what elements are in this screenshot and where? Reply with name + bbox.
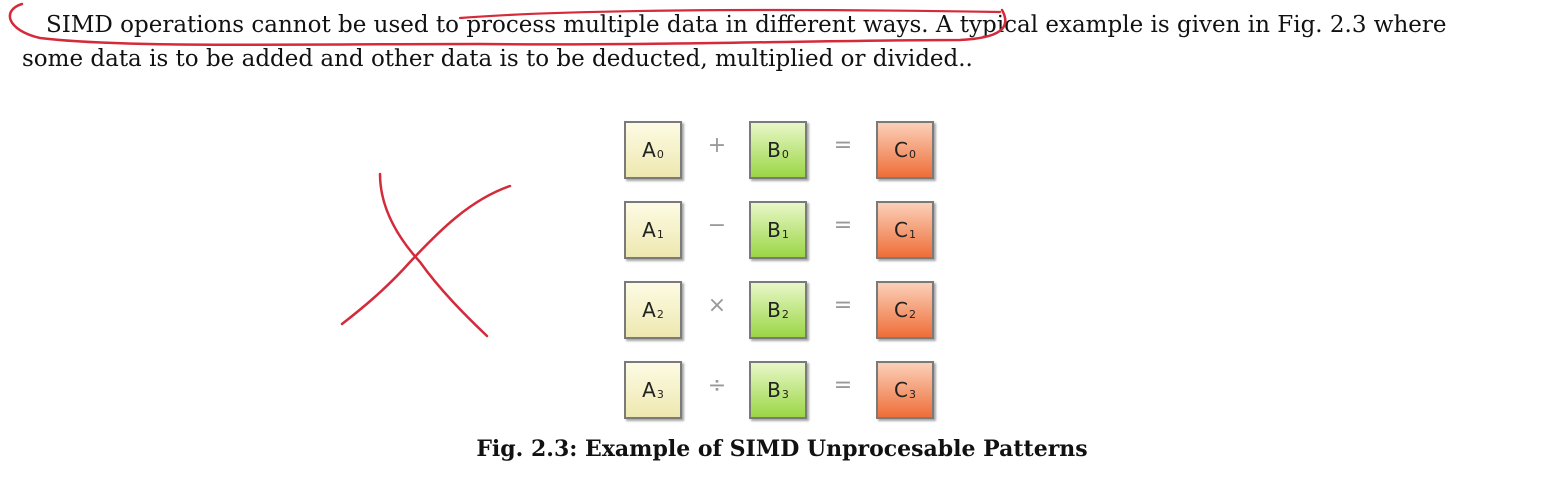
cross-stroke-2-mark (340, 184, 512, 326)
operand-a3-box: A3 (624, 361, 682, 419)
operand-b3-box: B3 (749, 361, 807, 419)
result-c1-box: C1 (876, 201, 934, 259)
result-c3-box: C3 (876, 361, 934, 419)
equals-sign: = (833, 213, 853, 238)
operand-a2-box: A2 (624, 281, 682, 339)
figure-row-2: A2 × B2 = C2 (608, 278, 944, 344)
cross-stroke-1-mark (378, 172, 489, 338)
body-paragraph: SIMD operations cannot be used to proces… (22, 8, 1552, 76)
equals-sign: = (833, 293, 853, 318)
multiply-operator: × (707, 293, 727, 318)
simd-patterns-figure: A0 + B0 = C0 A1 − B1 = C1 A2 × B2 = C2 A… (608, 118, 944, 424)
operand-a1-box: A1 (624, 201, 682, 259)
plus-operator: + (707, 133, 727, 158)
operand-a0-box: A0 (624, 121, 682, 179)
equals-sign: = (833, 373, 853, 398)
figure-row-1: A1 − B1 = C1 (608, 198, 944, 264)
paragraph-line-2: some data is to be added and other data … (22, 46, 973, 72)
minus-operator: − (707, 213, 727, 238)
equals-sign: = (833, 133, 853, 158)
paragraph-line-1: SIMD operations cannot be used to proces… (46, 12, 1447, 38)
result-c2-box: C2 (876, 281, 934, 339)
operand-b0-box: B0 (749, 121, 807, 179)
figure-row-3: A3 ÷ B3 = C3 (608, 358, 944, 424)
operand-b2-box: B2 (749, 281, 807, 339)
divide-operator: ÷ (707, 373, 727, 398)
operand-b1-box: B1 (749, 201, 807, 259)
result-c0-box: C0 (876, 121, 934, 179)
figure-caption: Fig. 2.3: Example of SIMD Unprocesable P… (476, 436, 1088, 462)
figure-row-0: A0 + B0 = C0 (608, 118, 944, 184)
